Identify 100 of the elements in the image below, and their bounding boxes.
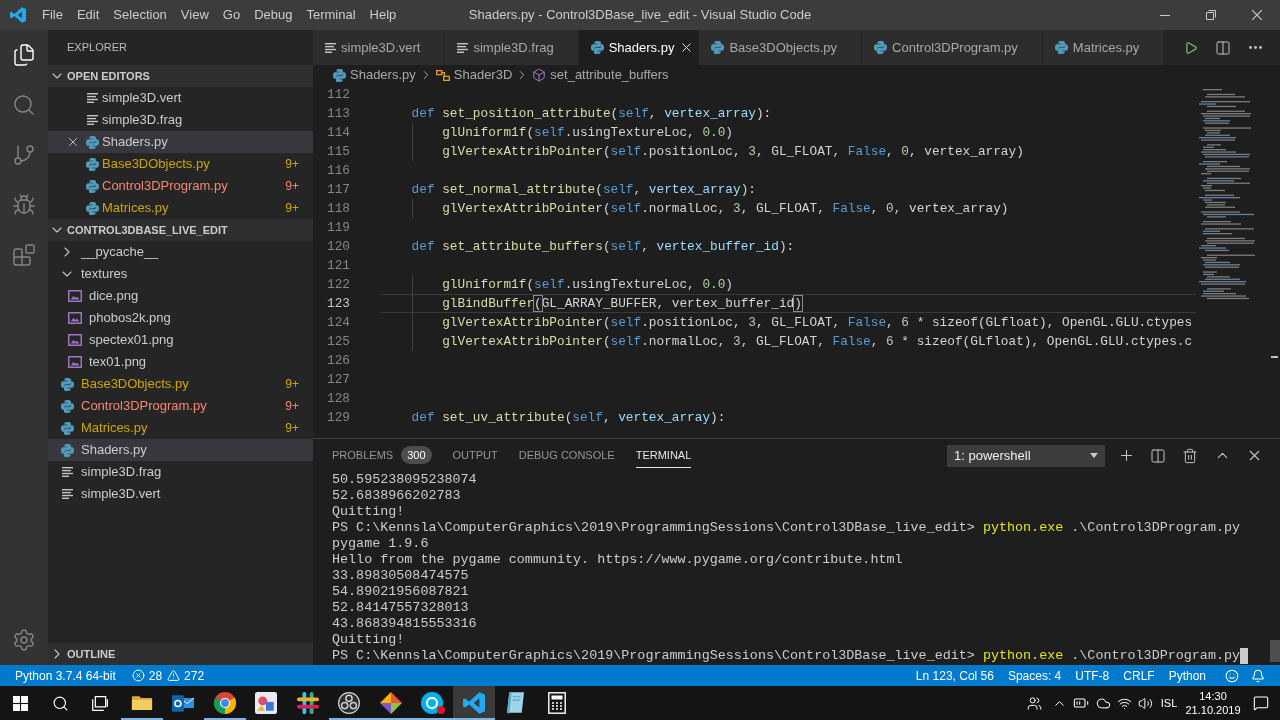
blocks-icon: [12, 243, 36, 267]
editor-tab[interactable]: Shaders.py: [578, 30, 700, 65]
interpreter-button[interactable]: Python 3.7.4 64-bit: [0, 665, 122, 686]
close-icon[interactable]: [66, 135, 80, 149]
tree-item[interactable]: spectex01.png: [48, 329, 313, 351]
terminal-select[interactable]: 1: powershell: [947, 444, 1105, 467]
tree-item[interactable]: simple3D.vert: [48, 483, 313, 505]
terminal-line: Hello from the pygame community. https://www.pygame.org/contribute.html: [332, 552, 903, 568]
section-header[interactable]: OUTLINE: [48, 643, 313, 665]
terminal-line: 50.595238095238074: [332, 472, 477, 488]
breadcrumb-item[interactable]: Shader3D: [435, 65, 513, 85]
three-circles-icon: [338, 692, 361, 714]
menu-item[interactable]: Edit: [69, 0, 107, 30]
open-editor-item[interactable]: simple3D.vert: [48, 87, 313, 109]
tree-item[interactable]: Matrices.py 9+: [48, 417, 313, 439]
line-number: 119: [326, 219, 350, 237]
problems-button[interactable]: 28 272: [125, 665, 211, 686]
ribbon-logo-icon: [462, 692, 485, 714]
bell-icon: [1251, 668, 1265, 683]
calculator-icon: [547, 692, 566, 714]
bug-icon: [12, 193, 36, 217]
text-file-icon: [457, 42, 469, 53]
python-file-icon: [711, 41, 725, 54]
clock-button[interactable]: 14:30 21.10.2019: [1182, 686, 1244, 720]
code-line: def set_attribute_buffers(self, vertex_buffer_id):: [411, 238, 795, 256]
panel-tab[interactable]: PROBLEMS 300: [332, 443, 432, 468]
more-icon: [1248, 46, 1262, 49]
tree-item[interactable]: Control3DProgram.py 9+: [48, 395, 313, 417]
menu-item[interactable]: Go: [215, 0, 248, 30]
color-wheel-icon: [213, 692, 236, 714]
code-line: def set_position_attribute(self, vertex_array):: [411, 105, 772, 123]
editor-tab[interactable]: Control3DProgram.py: [862, 30, 1043, 65]
line-number: 115: [326, 143, 350, 161]
menu-item[interactable]: View: [173, 0, 216, 30]
python-file-icon: [85, 201, 99, 215]
line-number: 124: [326, 314, 350, 332]
tree-item[interactable]: Base3DObjects.py 9+: [48, 373, 313, 395]
editor-tab[interactable]: Matrices.py: [1042, 30, 1165, 65]
tree-item[interactable]: dice.png: [48, 285, 313, 307]
problem-count: 9+: [285, 156, 299, 173]
menu-item[interactable]: Debug: [247, 0, 300, 30]
section-header[interactable]: CONTROL3DBASE_LIVE_EDIT: [48, 219, 313, 241]
status-item[interactable]: UTF-8: [1068, 665, 1117, 686]
open-editor-item[interactable]: Matrices.py 9+: [48, 197, 313, 219]
scrollbar-thumb: [1270, 640, 1280, 662]
error-icon: [131, 669, 145, 682]
editor-tab[interactable]: simple3D.frag: [445, 30, 579, 65]
menu-item[interactable]: Selection: [106, 0, 174, 30]
code-line: glVertexAttribPointer(self.normalLoc, 3, GL_FLOAT, False, 0, vertex_array): [442, 200, 1009, 218]
picture-tile-icon: [255, 692, 278, 714]
menu-item[interactable]: File: [35, 0, 70, 30]
section-header[interactable]: OPEN EDITORS: [48, 65, 313, 87]
tree-item[interactable]: phobos2k.png: [48, 307, 313, 329]
battery-icon: [1073, 695, 1089, 711]
count-badge: 300: [401, 446, 432, 464]
open-editor-item[interactable]: simple3D.frag: [48, 109, 313, 131]
folder-item[interactable]: textures: [48, 263, 313, 285]
notification-icon: [1253, 695, 1269, 711]
tree-item[interactable]: Shaders.py: [48, 439, 313, 461]
tree-item[interactable]: simple3D.frag: [48, 461, 313, 483]
line-number: 126: [326, 352, 350, 370]
warning-icon: [167, 669, 181, 682]
settings-icon: [12, 628, 36, 652]
code-line: glVertexAttribPointer(self.normalLoc, 3, GL_FLOAT, False, 6 * sizeof(GLfloat), OpenGL.GLU.ctypes.c: [442, 333, 1193, 351]
text-file-icon: [325, 42, 336, 53]
input-language-button[interactable]: ISL: [1156, 686, 1182, 720]
sidebar-title: EXPLORER: [67, 40, 127, 56]
breadcrumb-item[interactable]: Shaders.py: [333, 65, 416, 85]
diamond-icon: [379, 692, 402, 714]
open-editor-item[interactable]: Base3DObjects.py 9+: [48, 153, 313, 175]
code-line: def set_normal_attribute(self, vertex_array):: [411, 181, 756, 199]
editor-tab[interactable]: Base3DObjects.py: [699, 30, 863, 65]
panel-tab[interactable]: TERMINAL: [635, 443, 692, 468]
line-number: 125: [326, 333, 350, 351]
line-number: 114: [326, 124, 350, 142]
menu-item[interactable]: Terminal: [299, 0, 363, 30]
status-item[interactable]: Python: [1161, 665, 1213, 686]
panel-tab[interactable]: DEBUG CONSOLE: [518, 443, 615, 468]
tree-item[interactable]: tex01.png: [48, 351, 313, 373]
open-editor-item[interactable]: Control3DProgram.py 9+: [48, 175, 313, 197]
python-file-icon: [60, 443, 74, 457]
text-file-icon: [61, 467, 73, 477]
status-item[interactable]: Spaces: 4: [1000, 665, 1069, 686]
open-editor-item[interactable]: Shaders.py: [48, 131, 313, 153]
status-item[interactable]: CRLF: [1116, 665, 1162, 686]
editor-tab[interactable]: simple3D.vert: [313, 30, 446, 65]
folder-item[interactable]: __pycache__: [48, 241, 313, 263]
menu-item[interactable]: Help: [362, 0, 404, 30]
book-icon: [506, 692, 524, 714]
line-number: 121: [326, 257, 350, 275]
trash-icon: [1182, 447, 1198, 464]
code-line: glVertexAttribPointer(self.positionLoc, 3, GL_FLOAT, False, 0, vertex_array): [442, 143, 1024, 161]
breadcrumb-item[interactable]: set_attribute_buffers: [532, 65, 669, 85]
split-icon: [1215, 39, 1231, 56]
status-item[interactable]: Ln 123, Col 56: [908, 665, 1001, 686]
line-number: 112: [326, 86, 350, 104]
panel-tab[interactable]: OUTPUT: [452, 443, 498, 468]
terminal-line: 52.6838966202783: [332, 488, 461, 504]
smiley-icon: [1225, 668, 1239, 683]
terminal-line: 54.89021956087821: [332, 584, 469, 600]
